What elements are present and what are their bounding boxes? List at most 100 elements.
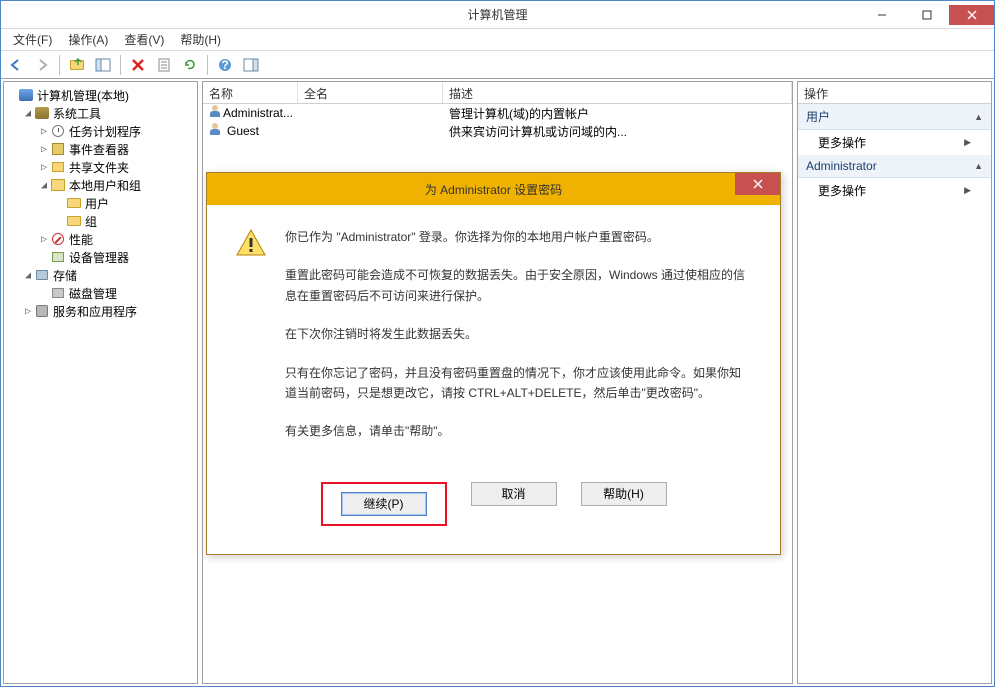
performance-icon: [50, 231, 66, 247]
chevron-right-icon: ▶: [964, 185, 971, 196]
expander-expand-icon[interactable]: ▷: [38, 144, 50, 155]
dialog-paragraph: 在下次你注销时将发生此数据丢失。: [285, 324, 752, 344]
tree-disk-management[interactable]: 磁盘管理: [38, 284, 195, 302]
dialog-paragraph: 有关更多信息，请单击"帮助"。: [285, 421, 752, 441]
clock-icon: [50, 123, 66, 139]
tree-services-apps[interactable]: ▷ 服务和应用程序: [22, 302, 195, 320]
local-users-groups-icon: [50, 177, 66, 193]
svg-text:?: ?: [221, 58, 228, 72]
actions-more-admin[interactable]: 更多操作 ▶: [798, 178, 991, 203]
tree-system-tools[interactable]: ◢ 系统工具: [22, 104, 195, 122]
up-level-button[interactable]: [66, 54, 88, 76]
tree-label: 组: [85, 213, 97, 230]
show-hide-action-pane-button[interactable]: [240, 54, 262, 76]
menu-help[interactable]: 帮助(H): [172, 29, 229, 50]
toolbar: ?: [1, 51, 994, 79]
tree-device-manager[interactable]: 设备管理器: [38, 248, 195, 266]
dialog-titlebar: 为 Administrator 设置密码: [207, 173, 780, 205]
tree-label: 性能: [69, 231, 93, 248]
column-description[interactable]: 描述: [443, 82, 792, 103]
expander-collapse-icon[interactable]: ◢: [22, 108, 34, 119]
expander-expand-icon[interactable]: ▷: [22, 306, 34, 317]
app-icon: [7, 7, 23, 23]
delete-button[interactable]: [127, 54, 149, 76]
tree-groups[interactable]: 组: [54, 212, 195, 230]
actions-section-label: Administrator: [806, 159, 877, 173]
expander-expand-icon[interactable]: ▷: [38, 126, 50, 137]
set-password-dialog: 为 Administrator 设置密码 你已作为 "Administrator…: [206, 172, 781, 555]
actions-pane: 操作 用户 ▲ 更多操作 ▶ Administrator ▲ 更多操作 ▶: [797, 81, 992, 684]
computer-management-icon: [18, 87, 34, 103]
tree-label: 任务计划程序: [69, 123, 141, 140]
actions-section-admin[interactable]: Administrator ▲: [798, 155, 991, 178]
cancel-button[interactable]: 取消: [471, 482, 557, 506]
refresh-button[interactable]: [179, 54, 201, 76]
dialog-body: 你已作为 "Administrator" 登录。你选择为你的本地用户帐户重置密码…: [207, 205, 780, 482]
expander-expand-icon[interactable]: ▷: [38, 162, 50, 173]
annotation-highlight: 继续(P): [321, 482, 447, 526]
system-tools-icon: [34, 105, 50, 121]
dialog-buttons: 继续(P) 取消 帮助(H): [207, 482, 780, 554]
dialog-close-button[interactable]: [735, 173, 780, 195]
tree-label: 共享文件夹: [69, 159, 129, 176]
storage-icon: [34, 267, 50, 283]
menubar: 文件(F) 操作(A) 查看(V) 帮助(H): [1, 29, 994, 51]
actions-more-users[interactable]: 更多操作 ▶: [798, 130, 991, 155]
menu-file[interactable]: 文件(F): [5, 29, 60, 50]
tree-label: 计算机管理(本地): [37, 87, 129, 104]
list-body: Administrat... 管理计算机(域)的内置帐户 Guest 供来宾访问…: [203, 104, 792, 140]
tree-label: 服务和应用程序: [53, 303, 137, 320]
back-button[interactable]: [5, 54, 27, 76]
show-hide-tree-button[interactable]: [92, 54, 114, 76]
menu-action[interactable]: 操作(A): [60, 29, 116, 50]
menu-view[interactable]: 查看(V): [116, 29, 172, 50]
toolbar-separator: [59, 55, 60, 75]
tree-label: 磁盘管理: [69, 285, 117, 302]
device-manager-icon: [50, 249, 66, 265]
minimize-button[interactable]: [859, 5, 904, 25]
warning-icon: [235, 227, 267, 259]
tree-users[interactable]: 用户: [54, 194, 195, 212]
help-button[interactable]: ?: [214, 54, 236, 76]
expander-expand-icon[interactable]: ▷: [38, 234, 50, 245]
tree-storage[interactable]: ◢存储: [22, 266, 195, 284]
tree-performance[interactable]: ▷ 性能: [38, 230, 195, 248]
window-controls: [859, 5, 994, 25]
actions-header: 操作: [798, 82, 991, 104]
help-button[interactable]: 帮助(H): [581, 482, 667, 506]
forward-button[interactable]: [31, 54, 53, 76]
cell-description: 管理计算机(域)的内置帐户: [443, 105, 792, 122]
disk-management-icon: [50, 285, 66, 301]
list-header: 名称 全名 描述: [203, 82, 792, 104]
continue-button[interactable]: 继续(P): [341, 492, 427, 516]
tree-label: 用户: [85, 195, 109, 212]
folder-icon: [66, 195, 82, 211]
tree-label: 设备管理器: [69, 249, 129, 266]
user-icon: [209, 105, 221, 121]
actions-item-label: 更多操作: [818, 182, 866, 199]
dialog-title: 为 Administrator 设置密码: [425, 181, 562, 198]
titlebar: 计算机管理: [1, 1, 994, 29]
tree-shared-folders[interactable]: ▷ 共享文件夹: [38, 158, 195, 176]
tree-task-scheduler[interactable]: ▷ 任务计划程序: [38, 122, 195, 140]
tree-event-viewer[interactable]: ▷事件查看器: [38, 140, 195, 158]
user-icon: [209, 123, 225, 139]
tree-pane: 计算机管理(本地) ◢ 系统工具 ▷ 任务计划程序: [3, 81, 198, 684]
actions-section-users[interactable]: 用户 ▲: [798, 104, 991, 130]
dialog-paragraph: 只有在你忘记了密码，并且没有密码重置盘的情况下，你才应该使用此命令。如果你知道当…: [285, 363, 752, 404]
list-row[interactable]: Guest 供来宾访问计算机或访问域的内...: [203, 122, 792, 140]
properties-button[interactable]: [153, 54, 175, 76]
tree-label: 本地用户和组: [69, 177, 141, 194]
column-fullname[interactable]: 全名: [298, 82, 443, 103]
list-row[interactable]: Administrat... 管理计算机(域)的内置帐户: [203, 104, 792, 122]
window-title: 计算机管理: [467, 6, 527, 23]
tree-root[interactable]: 计算机管理(本地): [6, 86, 195, 104]
column-name[interactable]: 名称: [203, 82, 298, 103]
dialog-paragraph: 你已作为 "Administrator" 登录。你选择为你的本地用户帐户重置密码…: [285, 227, 752, 247]
expander-collapse-icon[interactable]: ◢: [22, 270, 34, 281]
tree-local-users-groups[interactable]: ◢ 本地用户和组: [38, 176, 195, 194]
maximize-button[interactable]: [904, 5, 949, 25]
expander-collapse-icon[interactable]: ◢: [38, 180, 50, 191]
shared-folders-icon: [50, 159, 66, 175]
close-button[interactable]: [949, 5, 994, 25]
